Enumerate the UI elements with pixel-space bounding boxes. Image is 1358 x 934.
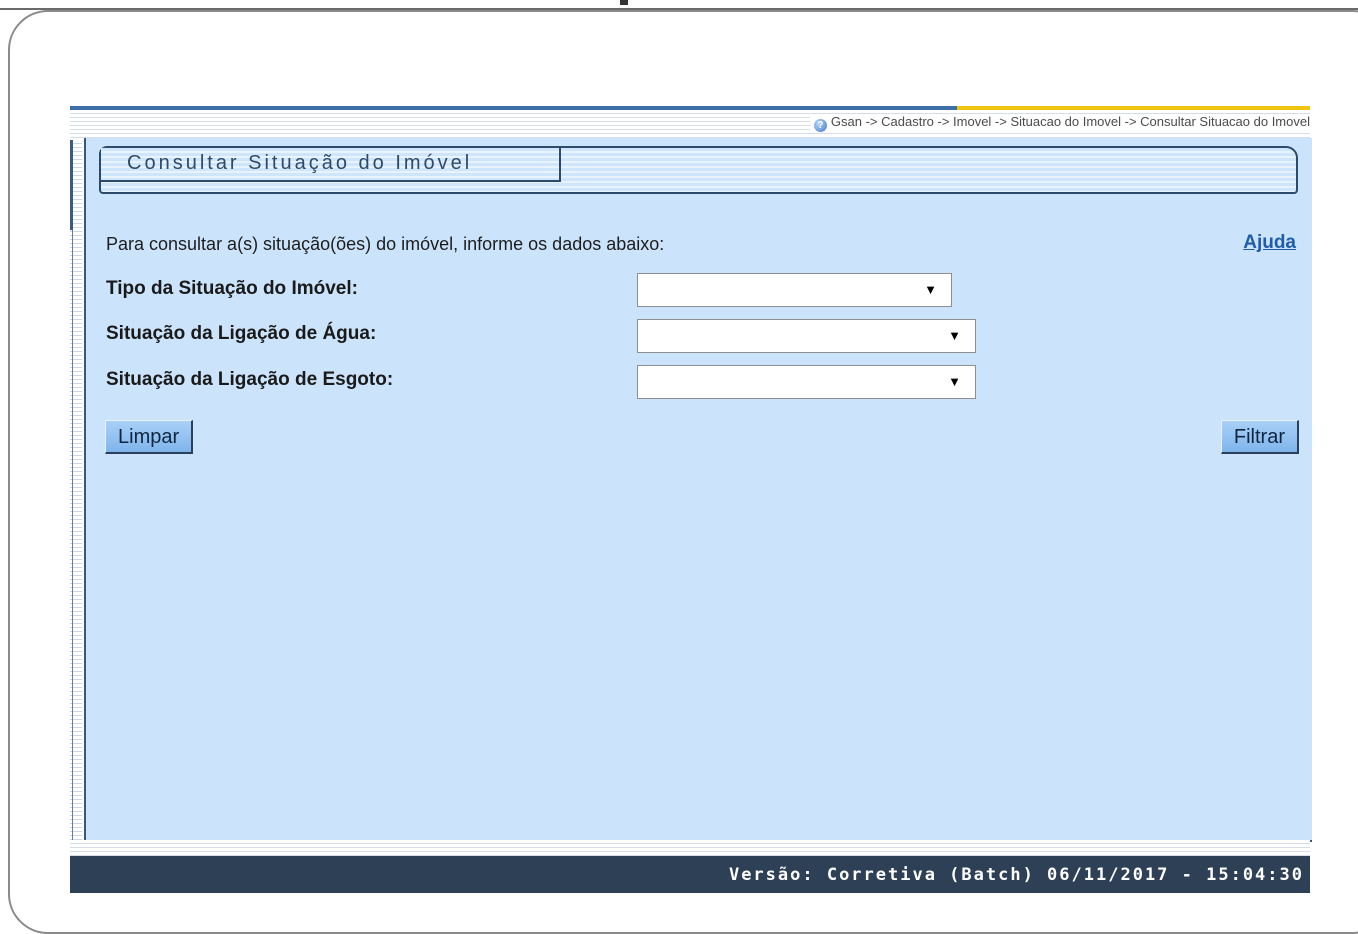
top-strip-mark: [620, 0, 628, 5]
version-text: Versão: Corretiva (Batch) 06/11/2017 - 1…: [728, 865, 1304, 885]
tipo-situacao-select[interactable]: ▼: [637, 273, 952, 307]
ligacao-agua-label: Situação da Ligação de Água:: [106, 323, 377, 344]
header-bar-yellow: [957, 106, 1310, 110]
ligacao-esgoto-label: Situação da Ligação de Esgoto:: [106, 369, 394, 390]
help-link[interactable]: Ajuda: [1243, 232, 1296, 254]
window-top-strip: [0, 0, 1358, 10]
chevron-down-icon: ▼: [948, 374, 961, 389]
ligacao-agua-select[interactable]: ▼: [637, 319, 976, 353]
filter-button[interactable]: Filtrar: [1220, 420, 1299, 454]
page-title: Consultar Situação do Imóvel: [127, 152, 473, 174]
app-container: ? Gsan -> Cadastro -> Imovel -> Situacao …: [70, 106, 1312, 893]
header-bar-blue: [70, 106, 957, 110]
breadcrumb-text: Gsan -> Cadastro -> Imovel -> Situacao d…: [830, 114, 1310, 129]
footer-lines: [70, 840, 1310, 856]
footer-bar: Versão: Corretiva (Batch) 06/11/2017 - 1…: [70, 856, 1310, 893]
clear-button[interactable]: Limpar: [105, 420, 194, 454]
ligacao-esgoto-select[interactable]: ▼: [637, 365, 976, 399]
help-circle-icon: ?: [813, 119, 827, 132]
title-box: Consultar Situação do Imóvel: [99, 146, 1298, 194]
left-rail-accent: [70, 140, 73, 230]
left-rail-line: [72, 230, 73, 840]
chevron-down-icon: ▼: [948, 328, 961, 343]
chevron-down-icon: ▼: [924, 282, 937, 297]
breadcrumb: ? Gsan -> Cadastro -> Imovel -> Situacao …: [809, 114, 1310, 132]
content-panel: Consultar Situação do Imóvel Para consul…: [84, 138, 1312, 842]
tipo-situacao-label: Tipo da Situação do Imóvel:: [106, 278, 358, 299]
intro-text: Para consultar a(s) situação(ões) do imó…: [106, 234, 665, 254]
